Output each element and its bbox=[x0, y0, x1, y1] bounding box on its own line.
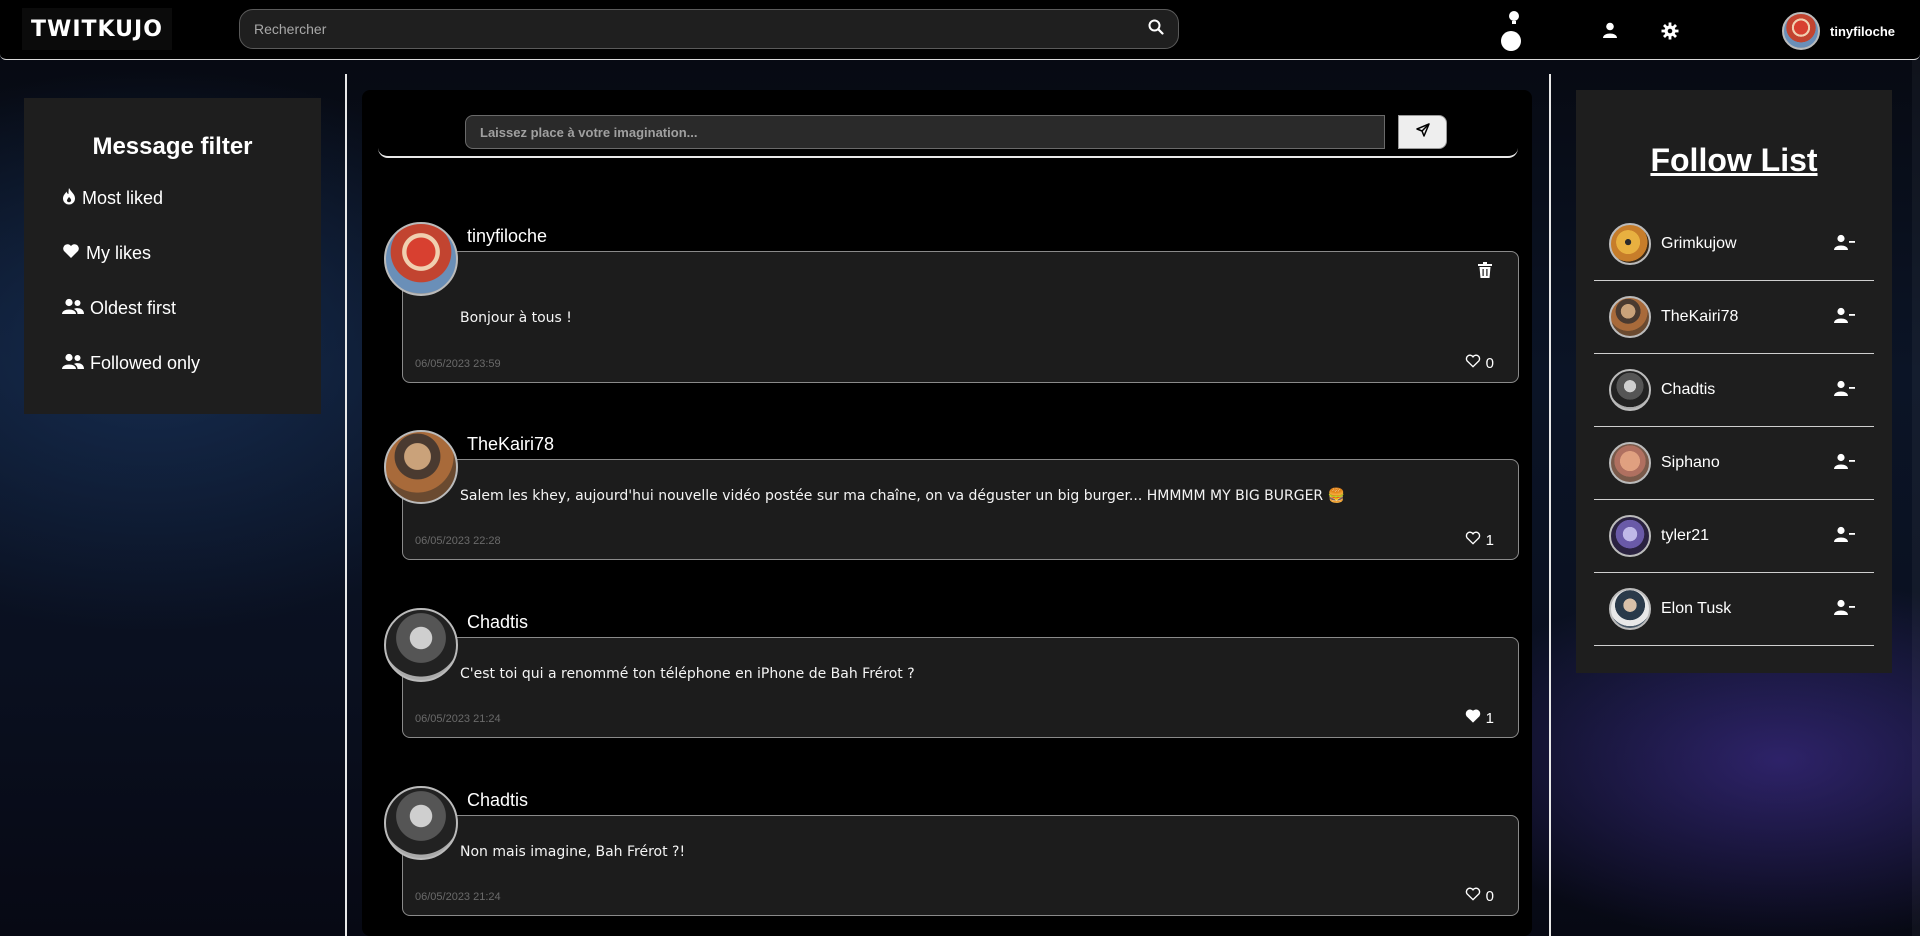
header-username: tinyfiloche bbox=[1830, 23, 1896, 39]
unfollow-icon[interactable] bbox=[1834, 380, 1856, 401]
post-author[interactable]: tinyfiloche bbox=[467, 226, 547, 247]
follow-list-panel: Follow List Grimkujow TheKairi78 Chadtis bbox=[1576, 90, 1892, 673]
post-card: Salem les khey, aujourd'hui nouvelle vid… bbox=[402, 459, 1519, 560]
post-text: Bonjour à tous ! bbox=[460, 310, 572, 326]
toggle-knob bbox=[1501, 31, 1521, 51]
theme-toggle[interactable] bbox=[1498, 8, 1526, 54]
post-card: Non mais imagine, Bah Frérot ?! 06/05/20… bbox=[402, 815, 1519, 916]
composer-input[interactable] bbox=[465, 115, 1385, 149]
heart-outline-icon bbox=[1465, 531, 1481, 549]
like-button[interactable]: 0 bbox=[1465, 354, 1494, 372]
post-author[interactable]: TheKairi78 bbox=[467, 434, 554, 455]
like-count: 1 bbox=[1485, 709, 1494, 727]
avatar[interactable] bbox=[384, 786, 458, 860]
message-filter-panel: Message filter Most liked My likes Oldes… bbox=[24, 98, 321, 414]
trash-icon[interactable] bbox=[1478, 262, 1492, 283]
app-logo[interactable]: TWITKUJO bbox=[22, 8, 172, 50]
heart-icon bbox=[62, 243, 80, 264]
follow-item: Siphano bbox=[1594, 427, 1874, 500]
search-input[interactable] bbox=[254, 21, 1148, 37]
post-item: Salem les khey, aujourd'hui nouvelle vid… bbox=[384, 430, 1519, 562]
avatar[interactable] bbox=[384, 430, 458, 504]
follow-item: Elon Tusk bbox=[1594, 573, 1874, 646]
follow-list-title[interactable]: Follow List bbox=[1576, 142, 1892, 179]
filter-label: Followed only bbox=[90, 353, 201, 373]
filter-title: Message filter bbox=[92, 133, 253, 160]
unfollow-icon[interactable] bbox=[1834, 599, 1856, 620]
post-author[interactable]: Chadtis bbox=[467, 790, 528, 811]
post-date: 06/05/2023 22:28 bbox=[415, 535, 501, 547]
filter-most-liked[interactable]: Most liked bbox=[24, 171, 321, 226]
unfollow-icon[interactable] bbox=[1834, 307, 1856, 328]
divider bbox=[1549, 74, 1551, 936]
filter-my-likes[interactable]: My likes bbox=[24, 226, 321, 281]
post-item: Non mais imagine, Bah Frérot ?! 06/05/20… bbox=[384, 786, 1519, 918]
follow-item: Chadtis bbox=[1594, 354, 1874, 427]
follow-name[interactable]: tyler21 bbox=[1661, 527, 1709, 545]
filter-label: Oldest first bbox=[90, 298, 177, 318]
unfollow-icon[interactable] bbox=[1834, 453, 1856, 474]
feed: Bonjour à tous ! 06/05/2023 23:59 0 tiny… bbox=[362, 90, 1532, 936]
avatar[interactable] bbox=[1609, 588, 1651, 630]
filter-label: Most liked bbox=[82, 188, 164, 208]
avatar[interactable] bbox=[1609, 223, 1651, 265]
user-menu[interactable]: tinyfiloche bbox=[1782, 12, 1895, 50]
follow-name[interactable]: TheKairi78 bbox=[1661, 308, 1738, 326]
send-icon bbox=[1415, 122, 1430, 142]
follow-item: Grimkujow bbox=[1594, 208, 1874, 281]
users-icon bbox=[62, 298, 84, 319]
follow-name[interactable]: Grimkujow bbox=[1661, 235, 1737, 253]
unfollow-icon[interactable] bbox=[1834, 526, 1856, 547]
filter-label: My likes bbox=[86, 243, 152, 263]
search-icon[interactable] bbox=[1148, 19, 1164, 40]
follow-name[interactable]: Chadtis bbox=[1661, 381, 1715, 399]
avatar[interactable] bbox=[384, 608, 458, 682]
post-date: 06/05/2023 21:24 bbox=[415, 891, 501, 903]
heart-filled-icon bbox=[1465, 709, 1481, 727]
post-date: 06/05/2023 23:59 bbox=[415, 358, 501, 370]
avatar[interactable] bbox=[1609, 369, 1651, 411]
like-count: 0 bbox=[1485, 354, 1494, 372]
page-scrollbar[interactable] bbox=[1912, 60, 1920, 936]
post-item: C'est toi qui a renommé ton téléphone en… bbox=[384, 608, 1519, 740]
gear-icon[interactable] bbox=[1661, 22, 1679, 45]
filter-followed-only[interactable]: Followed only bbox=[24, 336, 321, 391]
top-header: TWITKUJO tinyfiloche bbox=[0, 0, 1920, 60]
users-icon bbox=[62, 353, 84, 374]
post-text: Non mais imagine, Bah Frérot ?! bbox=[460, 844, 686, 860]
like-count: 1 bbox=[1485, 531, 1494, 549]
follow-list: Grimkujow TheKairi78 Chadtis Siphano tyl… bbox=[1594, 208, 1874, 646]
lightbulb-icon bbox=[1508, 10, 1520, 31]
like-count: 0 bbox=[1485, 887, 1494, 905]
post-text: Salem les khey, aujourd'hui nouvelle vid… bbox=[460, 488, 1346, 504]
avatar[interactable] bbox=[384, 222, 458, 296]
like-button[interactable]: 1 bbox=[1465, 709, 1494, 727]
unfollow-icon[interactable] bbox=[1834, 234, 1856, 255]
follow-item: TheKairi78 bbox=[1594, 281, 1874, 354]
fire-icon bbox=[62, 187, 76, 210]
avatar[interactable] bbox=[1609, 515, 1651, 557]
like-button[interactable]: 1 bbox=[1465, 531, 1494, 549]
post-card: C'est toi qui a renommé ton téléphone en… bbox=[402, 637, 1519, 738]
avatar[interactable] bbox=[1609, 442, 1651, 484]
post-author[interactable]: Chadtis bbox=[467, 612, 528, 633]
follow-item: tyler21 bbox=[1594, 500, 1874, 573]
heart-outline-icon bbox=[1465, 887, 1481, 905]
follow-name[interactable]: Elon Tusk bbox=[1661, 600, 1731, 618]
follow-name[interactable]: Siphano bbox=[1661, 454, 1720, 472]
avatar bbox=[1782, 12, 1820, 50]
divider bbox=[345, 74, 347, 936]
search-bar bbox=[239, 9, 1179, 49]
like-button[interactable]: 0 bbox=[1465, 887, 1494, 905]
avatar[interactable] bbox=[1609, 296, 1651, 338]
post-date: 06/05/2023 21:24 bbox=[415, 713, 501, 725]
post-item: Bonjour à tous ! 06/05/2023 23:59 0 tiny… bbox=[384, 222, 1519, 384]
heart-outline-icon bbox=[1465, 354, 1481, 372]
post-text: C'est toi qui a renommé ton téléphone en… bbox=[460, 666, 915, 682]
profile-icon[interactable] bbox=[1602, 22, 1618, 43]
send-button[interactable] bbox=[1398, 115, 1447, 149]
post-card: Bonjour à tous ! 06/05/2023 23:59 0 bbox=[402, 251, 1519, 383]
filter-oldest-first[interactable]: Oldest first bbox=[24, 281, 321, 336]
post-composer bbox=[378, 90, 1518, 158]
